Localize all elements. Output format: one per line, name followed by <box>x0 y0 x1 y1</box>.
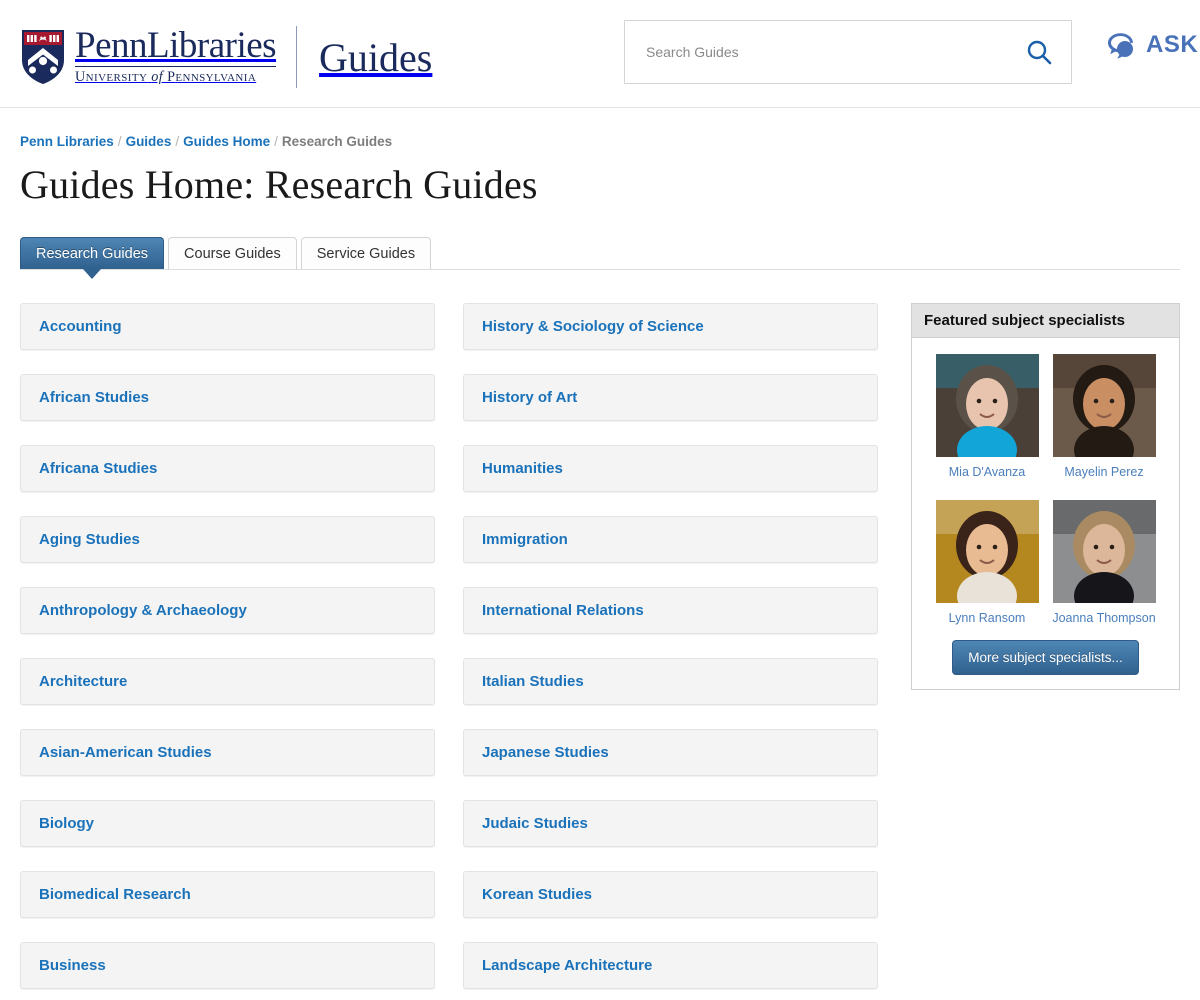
guide-card-label: Africana Studies <box>39 460 158 477</box>
guide-card[interactable]: Asian-American Studies <box>20 729 435 776</box>
tab-label: Research Guides <box>36 245 149 262</box>
guide-card[interactable]: Biomedical Research <box>20 871 435 918</box>
guide-card-label: Humanities <box>482 460 563 477</box>
penn-wordmark: PennLibraries UNIVERSITY of PENNSYLVANIA <box>75 24 277 87</box>
guide-card-label: Architecture <box>39 673 128 690</box>
guide-card-label: History of Art <box>482 389 578 406</box>
guide-card-label: Anthropology & Archaeology <box>39 602 247 619</box>
sidebar: Featured subject specialists Mia D'Avanz… <box>911 303 1180 1000</box>
brand-divider <box>296 26 298 88</box>
tab-course-guides[interactable]: Course Guides <box>168 237 297 269</box>
specialist-link[interactable]: Lynn Ransom <box>935 500 1040 626</box>
search-bar[interactable] <box>624 20 1072 84</box>
ask-button[interactable]: ASK <box>1104 30 1198 60</box>
wordmark-rule <box>75 65 277 68</box>
guide-card[interactable]: Korean Studies <box>463 871 878 918</box>
ask-label: ASK <box>1146 31 1199 58</box>
guide-card-label: Landscape Architecture <box>482 957 653 974</box>
specialist-link[interactable]: Joanna Thompson <box>1052 500 1157 626</box>
breadcrumb-item-research-guides: Research Guides <box>281 134 393 149</box>
guide-card-label: Japanese Studies <box>482 744 609 761</box>
specialist-photo <box>935 354 1039 457</box>
guide-card[interactable]: Africana Studies <box>20 445 435 492</box>
guide-card[interactable]: International Relations <box>463 587 878 634</box>
guide-card[interactable]: African Studies <box>20 374 435 421</box>
specialist-name: Mia D'Avanza <box>948 465 1026 479</box>
guide-card[interactable]: Business <box>20 942 435 989</box>
main-content: Accounting African Studies Africana Studie… <box>20 303 1180 1000</box>
guide-card[interactable]: History & Sociology of Science <box>463 303 878 350</box>
guide-card[interactable]: Anthropology & Archaeology <box>20 587 435 634</box>
breadcrumb-separator: / <box>175 134 180 149</box>
search-icon <box>1027 40 1052 65</box>
specialist-name: Joanna Thompson <box>1052 611 1156 625</box>
penn-shield-icon <box>22 30 64 84</box>
guide-card-label: Business <box>39 957 106 974</box>
guide-card[interactable]: Biology <box>20 800 435 847</box>
breadcrumb-separator: / <box>274 134 278 149</box>
wordmark-subtitle: UNIVERSITY of PENNSYLVANIA <box>75 69 257 86</box>
tab-research-guides[interactable]: Research Guides <box>20 237 165 269</box>
guide-card[interactable]: Japanese Studies <box>463 729 878 776</box>
page-title: Guides Home: Research Guides <box>20 162 538 207</box>
guides-list: Accounting African Studies Africana Studie… <box>20 303 878 1000</box>
specialist-photo <box>1052 500 1156 603</box>
breadcrumb: Penn Libraries / Guides / Guides Home / Resear… <box>20 134 1200 149</box>
breadcrumb-separator: / <box>117 134 122 149</box>
specialist-link[interactable]: Mayelin Perez <box>1052 354 1157 480</box>
guide-card-label: Korean Studies <box>482 886 593 903</box>
guide-card-label: Biomedical Research <box>39 886 191 903</box>
guide-card-label: Accounting <box>39 318 122 335</box>
breadcrumb-item-guides-home[interactable]: Guides Home <box>183 134 270 149</box>
breadcrumb-item-penn-libraries[interactable]: Penn Libraries <box>20 134 114 149</box>
specialist-photo <box>935 500 1039 603</box>
specialist-name: Lynn Ransom <box>948 611 1026 625</box>
more-specialists-wrap: More subject specialists... <box>922 640 1169 675</box>
guide-card[interactable]: Aging Studies <box>20 516 435 563</box>
tab-service-guides[interactable]: Service Guides <box>300 237 432 269</box>
search-button[interactable] <box>1019 32 1059 72</box>
guide-card-label: History & Sociology of Science <box>482 318 704 335</box>
guide-card[interactable]: Humanities <box>463 445 878 492</box>
guide-card-label: Immigration <box>482 531 568 548</box>
guide-type-tabs: Research Guides Course Guides Service Gu… <box>20 235 1180 270</box>
penn-libraries-logo[interactable]: PennLibraries UNIVERSITY of PENNSYLVANIA… <box>20 26 432 88</box>
specialists-grid: Mia D'Avanza Mayelin Perez Lynn Ransom Joan… <box>922 354 1169 638</box>
breadcrumb-item-guides[interactable]: Guides <box>126 134 172 149</box>
guide-card-label: Aging Studies <box>39 531 140 548</box>
wordmark-main: PennLibraries <box>75 24 277 66</box>
guide-card-label: African Studies <box>39 389 150 406</box>
site-section-title: Guides <box>319 34 433 80</box>
tab-label: Service Guides <box>316 245 416 262</box>
guide-card[interactable]: Architecture <box>20 658 435 705</box>
guide-card-label: Asian-American Studies <box>39 744 212 761</box>
site-header: PennLibraries UNIVERSITY of PENNSYLVANIA… <box>0 0 1200 108</box>
guides-column-right: History & Sociology of Science History of… <box>463 303 878 1000</box>
guide-card-label: Biology <box>39 815 94 832</box>
specialist-link[interactable]: Mia D'Avanza <box>935 354 1040 480</box>
guide-card-label: Judaic Studies <box>482 815 588 832</box>
guide-card[interactable]: Landscape Architecture <box>463 942 878 989</box>
guide-card[interactable]: Italian Studies <box>463 658 878 705</box>
chat-bubbles-icon <box>1108 33 1133 59</box>
guide-card[interactable]: Accounting <box>20 303 435 350</box>
specialist-name: Mayelin Perez <box>1064 465 1144 479</box>
featured-specialists-panel: Featured subject specialists Mia D'Avanz… <box>911 303 1180 690</box>
search-input[interactable] <box>644 21 1019 83</box>
more-subject-specialists-button[interactable]: More subject specialists... <box>952 640 1139 675</box>
panel-body: Mia D'Avanza Mayelin Perez Lynn Ransom Joan… <box>912 338 1179 689</box>
guide-card-label: International Relations <box>482 602 644 619</box>
guides-column-left: Accounting African Studies Africana Studie… <box>20 303 435 1000</box>
guide-card[interactable]: History of Art <box>463 374 878 421</box>
panel-title: Featured subject specialists <box>912 304 1179 338</box>
guide-card[interactable]: Immigration <box>463 516 878 563</box>
tab-label: Course Guides <box>184 245 281 262</box>
guide-card[interactable]: Judaic Studies <box>463 800 878 847</box>
guide-card-label: Italian Studies <box>482 673 584 690</box>
specialist-photo <box>1052 354 1156 457</box>
